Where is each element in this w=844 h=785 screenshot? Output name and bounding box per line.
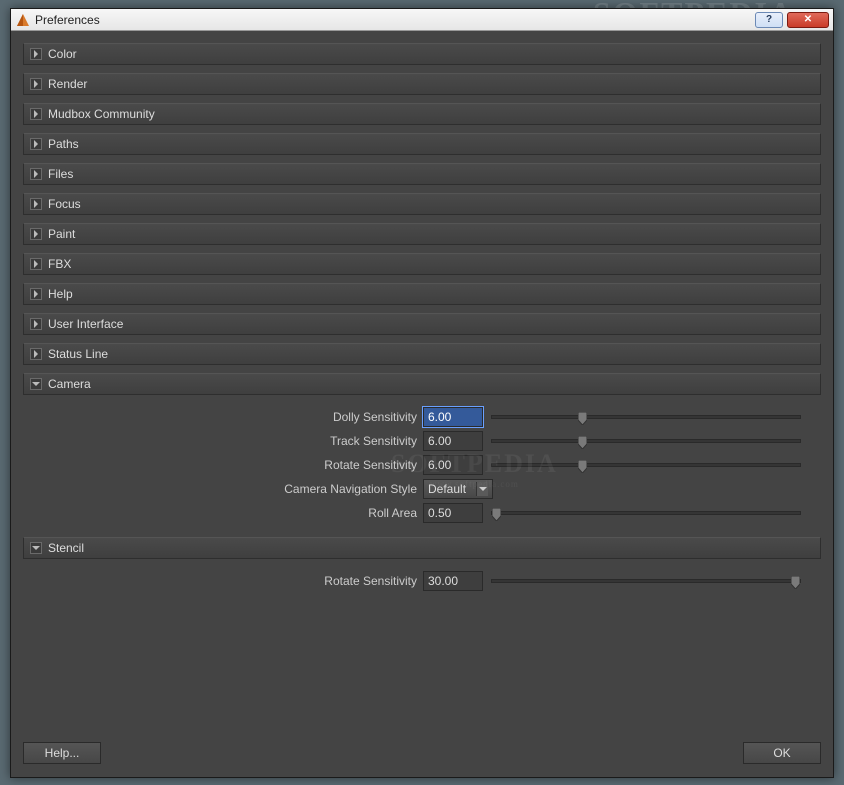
- section-stencil-body: Rotate Sensitivity: [23, 563, 821, 605]
- camera-nav-style-dropdown[interactable]: Default: [423, 479, 493, 499]
- chevron-down-icon: [30, 542, 42, 554]
- window-title: Preferences: [35, 13, 751, 27]
- rotate-sensitivity-input[interactable]: [423, 455, 483, 475]
- stencil-rotate-sensitivity-label: Rotate Sensitivity: [23, 574, 423, 588]
- stencil-rotate-sensitivity-input[interactable]: [423, 571, 483, 591]
- section-render[interactable]: Render: [23, 73, 821, 95]
- section-label: User Interface: [48, 317, 123, 331]
- section-label: Focus: [48, 197, 81, 211]
- camera-nav-style-label: Camera Navigation Style: [23, 482, 423, 496]
- content-area: Color Render Mudbox Community Paths File…: [11, 31, 833, 777]
- row-dolly-sensitivity: Dolly Sensitivity: [23, 405, 821, 429]
- section-files[interactable]: Files: [23, 163, 821, 185]
- section-paths[interactable]: Paths: [23, 133, 821, 155]
- stencil-rotate-sensitivity-slider[interactable]: [491, 574, 821, 588]
- dialog-footer: Help... OK: [23, 735, 821, 765]
- roll-area-slider[interactable]: [491, 506, 821, 520]
- section-label: Mudbox Community: [48, 107, 155, 121]
- section-label: Stencil: [48, 541, 84, 555]
- chevron-right-icon: [30, 138, 42, 150]
- section-label: Status Line: [48, 347, 108, 361]
- roll-area-input[interactable]: [423, 503, 483, 523]
- roll-area-label: Roll Area: [23, 506, 423, 520]
- section-label: Paths: [48, 137, 79, 151]
- chevron-right-icon: [30, 108, 42, 120]
- track-sensitivity-input[interactable]: [423, 431, 483, 451]
- dolly-sensitivity-label: Dolly Sensitivity: [23, 410, 423, 424]
- section-stencil[interactable]: Stencil: [23, 537, 821, 559]
- section-label: Paint: [48, 227, 75, 241]
- preferences-dialog: Preferences ? ✕ Color Render Mudbox Comm…: [10, 8, 834, 778]
- section-help[interactable]: Help: [23, 283, 821, 305]
- app-icon: [15, 12, 31, 28]
- row-camera-nav-style: Camera Navigation Style Default: [23, 477, 821, 501]
- chevron-right-icon: [30, 48, 42, 60]
- help-button[interactable]: Help...: [23, 742, 101, 764]
- section-label: Files: [48, 167, 73, 181]
- section-list: Color Render Mudbox Community Paths File…: [23, 43, 821, 735]
- section-label: Help: [48, 287, 73, 301]
- section-color[interactable]: Color: [23, 43, 821, 65]
- section-camera-body: Dolly Sensitivity Track Sensitivity: [23, 399, 821, 537]
- chevron-down-icon: [476, 482, 488, 496]
- slider-thumb-icon[interactable]: [492, 508, 501, 521]
- section-label: FBX: [48, 257, 71, 271]
- section-camera[interactable]: Camera: [23, 373, 821, 395]
- section-label: Render: [48, 77, 87, 91]
- section-status-line[interactable]: Status Line: [23, 343, 821, 365]
- section-label: Camera: [48, 377, 91, 391]
- slider-thumb-icon[interactable]: [578, 412, 587, 425]
- chevron-right-icon: [30, 78, 42, 90]
- row-stencil-rotate-sensitivity: Rotate Sensitivity: [23, 569, 821, 593]
- chevron-right-icon: [30, 288, 42, 300]
- chevron-right-icon: [30, 168, 42, 180]
- slider-thumb-icon[interactable]: [791, 576, 800, 589]
- rotate-sensitivity-slider[interactable]: [491, 458, 821, 472]
- chevron-right-icon: [30, 258, 42, 270]
- row-track-sensitivity: Track Sensitivity: [23, 429, 821, 453]
- row-roll-area: Roll Area: [23, 501, 821, 525]
- section-paint[interactable]: Paint: [23, 223, 821, 245]
- slider-thumb-icon[interactable]: [578, 460, 587, 473]
- dolly-sensitivity-input[interactable]: [423, 407, 483, 427]
- section-user-interface[interactable]: User Interface: [23, 313, 821, 335]
- section-focus[interactable]: Focus: [23, 193, 821, 215]
- titlebar-close-button[interactable]: ✕: [787, 12, 829, 28]
- titlebar: Preferences ? ✕: [11, 9, 833, 31]
- titlebar-help-button[interactable]: ?: [755, 12, 783, 28]
- section-fbx[interactable]: FBX: [23, 253, 821, 275]
- dropdown-value: Default: [428, 482, 466, 496]
- ok-button[interactable]: OK: [743, 742, 821, 764]
- chevron-right-icon: [30, 198, 42, 210]
- rotate-sensitivity-label: Rotate Sensitivity: [23, 458, 423, 472]
- chevron-right-icon: [30, 228, 42, 240]
- chevron-right-icon: [30, 348, 42, 360]
- chevron-down-icon: [30, 378, 42, 390]
- track-sensitivity-slider[interactable]: [491, 434, 821, 448]
- track-sensitivity-label: Track Sensitivity: [23, 434, 423, 448]
- row-rotate-sensitivity: Rotate Sensitivity: [23, 453, 821, 477]
- section-label: Color: [48, 47, 77, 61]
- chevron-right-icon: [30, 318, 42, 330]
- section-mudbox-community[interactable]: Mudbox Community: [23, 103, 821, 125]
- slider-thumb-icon[interactable]: [578, 436, 587, 449]
- dolly-sensitivity-slider[interactable]: [491, 410, 821, 424]
